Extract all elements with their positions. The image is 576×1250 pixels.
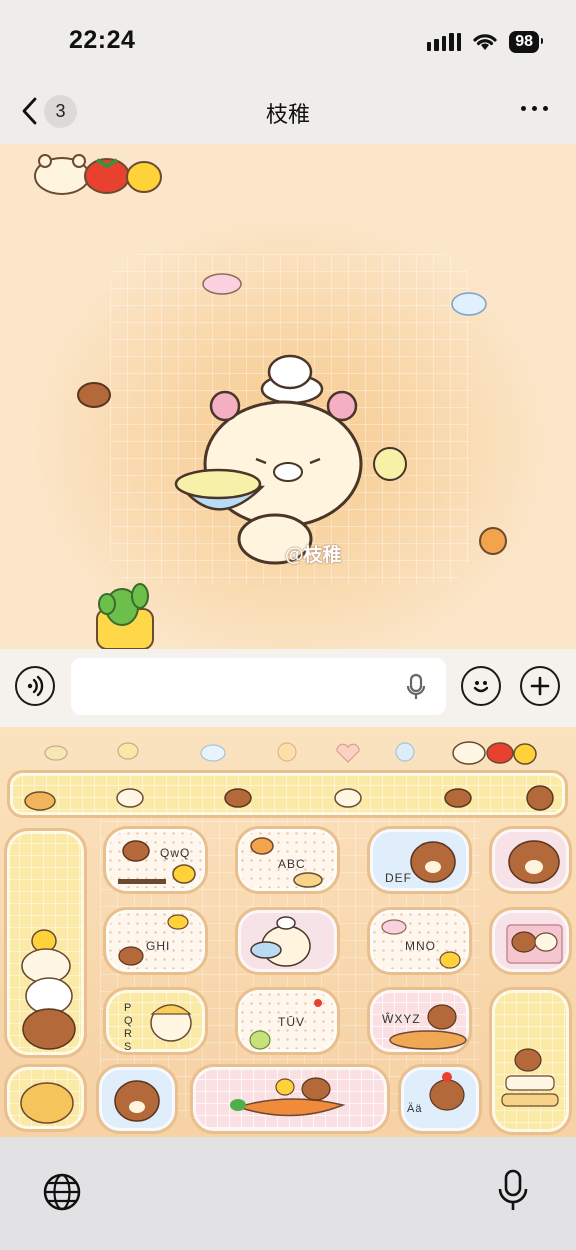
dictation-mic-icon[interactable]: [406, 673, 426, 701]
key-qwq[interactable]: QwQ: [103, 826, 208, 894]
dictation-mic-icon[interactable]: [497, 1169, 529, 1213]
key-wxyz[interactable]: ŴXYZ: [367, 987, 472, 1055]
chat-title: 枝稚: [265, 102, 310, 127]
keyboard-system-bar: [0, 1137, 576, 1250]
status-icons: 98: [426, 31, 543, 53]
composer-bar: [0, 649, 576, 727]
key-numbers[interactable]: [96, 1064, 178, 1134]
more-options-button[interactable]: [521, 106, 548, 111]
plus-icon: [530, 676, 550, 696]
message-input[interactable]: [71, 658, 446, 715]
key-space[interactable]: [190, 1064, 390, 1134]
add-attachment-button[interactable]: [520, 666, 560, 706]
battery-indicator: 98: [509, 31, 543, 53]
key-envelope[interactable]: [489, 907, 572, 975]
status-time: 22:24: [69, 26, 136, 54]
top-bar: 22:24 98 3 枝稚: [0, 0, 576, 144]
key-lang[interactable]: Ää: [398, 1064, 482, 1134]
key-ghi[interactable]: GHI: [103, 907, 208, 975]
themed-keyboard: QwQ ABC DEF GHI MNO PQRS TŪV ŴXYZ Ää: [0, 727, 576, 1137]
wifi-icon: [473, 34, 497, 50]
globe-icon[interactable]: [42, 1172, 82, 1212]
key-return[interactable]: [489, 987, 572, 1135]
wallpaper-decorations: [34, 154, 507, 649]
key-mno[interactable]: MNO: [367, 907, 472, 975]
chat-area: @枝稚: [0, 144, 576, 649]
key-punct[interactable]: [4, 828, 87, 1058]
cellular-signal-icon: [426, 33, 462, 51]
key-pqrs[interactable]: PQRS: [103, 987, 208, 1055]
key-def[interactable]: DEF: [367, 826, 472, 894]
key-tuv[interactable]: TŪV: [235, 987, 340, 1055]
key-symbols[interactable]: [4, 1064, 87, 1132]
voice-input-toggle[interactable]: [15, 666, 55, 706]
key-jkl[interactable]: [235, 907, 340, 975]
wallpaper-watermark: @枝稚: [285, 545, 342, 566]
key-emoji-panel[interactable]: [489, 826, 572, 894]
smiley-icon: [473, 681, 489, 693]
candidate-strip[interactable]: [7, 770, 568, 818]
key-abc[interactable]: ABC: [235, 826, 340, 894]
emoji-button[interactable]: [461, 666, 501, 706]
voice-wave-icon: [27, 675, 44, 697]
